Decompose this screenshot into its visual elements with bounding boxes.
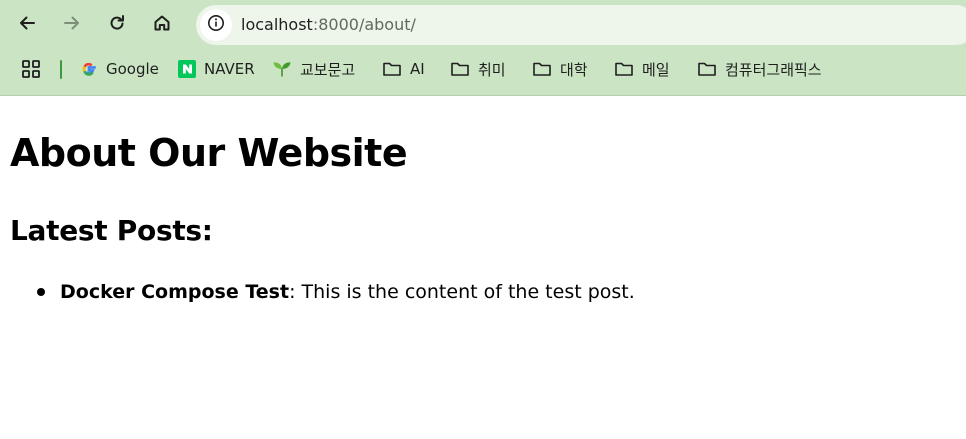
- bookmarks-bar: Google NAVER 교보문고 AI 취미 대학 메일 컴퓨터그래픽스: [0, 54, 966, 84]
- site-info-button[interactable]: [200, 9, 232, 41]
- url-path: :8000/about/: [312, 15, 416, 34]
- kyobo-icon: [272, 60, 292, 78]
- url-host: localhost: [241, 15, 313, 34]
- bookmark-label: 컴퓨터그래픽스: [725, 60, 822, 79]
- forward-button[interactable]: [55, 6, 89, 40]
- post-title: Docker Compose Test: [60, 281, 290, 303]
- post-list: Docker Compose Test: This is the content…: [0, 279, 635, 305]
- back-button[interactable]: [10, 6, 44, 40]
- folder-icon: [450, 60, 470, 78]
- navigation-row: localhost:8000/about/: [0, 3, 966, 45]
- url-text[interactable]: localhost:8000/about/: [241, 16, 416, 34]
- bookmark-folder-mail[interactable]: 메일: [614, 54, 670, 84]
- post-content: This is the content of the test post.: [301, 281, 635, 303]
- post-separator: :: [289, 281, 302, 303]
- reload-button[interactable]: [100, 6, 134, 40]
- arrow-left-icon: [17, 13, 37, 33]
- bookmark-folder-hobby[interactable]: 취미: [450, 54, 506, 84]
- bookmark-label: 대학: [560, 60, 588, 79]
- bookmarks-divider: [60, 60, 62, 79]
- latest-posts-heading: Latest Posts:: [10, 214, 213, 247]
- info-icon: [207, 14, 225, 37]
- bookmark-label: 취미: [478, 60, 506, 79]
- folder-icon: [382, 60, 402, 78]
- browser-toolbar: localhost:8000/about/ Google NAVER 교보문고 …: [0, 0, 966, 96]
- bookmark-google[interactable]: Google: [80, 54, 159, 84]
- bookmark-folder-university[interactable]: 대학: [532, 54, 588, 84]
- apps-grid-icon: [21, 59, 41, 79]
- reload-icon: [107, 13, 127, 33]
- bookmark-label: Google: [106, 60, 159, 78]
- arrow-right-icon: [62, 13, 82, 33]
- google-icon: [80, 60, 98, 78]
- apps-button[interactable]: [21, 54, 41, 84]
- home-icon: [152, 13, 172, 33]
- bookmark-kyobo[interactable]: 교보문고: [272, 54, 355, 84]
- home-button[interactable]: [145, 6, 179, 40]
- bookmark-folder-computer-graphics[interactable]: 컴퓨터그래픽스: [697, 54, 822, 84]
- bookmark-label: NAVER: [204, 60, 255, 78]
- bullet-icon: [37, 288, 45, 296]
- page-title: About Our Website: [10, 131, 408, 175]
- bookmark-folder-ai[interactable]: AI: [382, 54, 425, 84]
- naver-icon: [178, 60, 196, 78]
- bookmark-label: 교보문고: [300, 60, 356, 79]
- folder-icon: [614, 60, 634, 78]
- list-item: Docker Compose Test: This is the content…: [0, 279, 635, 305]
- address-bar[interactable]: localhost:8000/about/: [196, 5, 966, 45]
- bookmark-label: AI: [410, 60, 425, 78]
- page-content: About Our Website Latest Posts: Docker C…: [0, 96, 966, 439]
- bookmark-label: 메일: [642, 60, 670, 79]
- bookmark-naver[interactable]: NAVER: [178, 54, 255, 84]
- folder-icon: [697, 60, 717, 78]
- folder-icon: [532, 60, 552, 78]
